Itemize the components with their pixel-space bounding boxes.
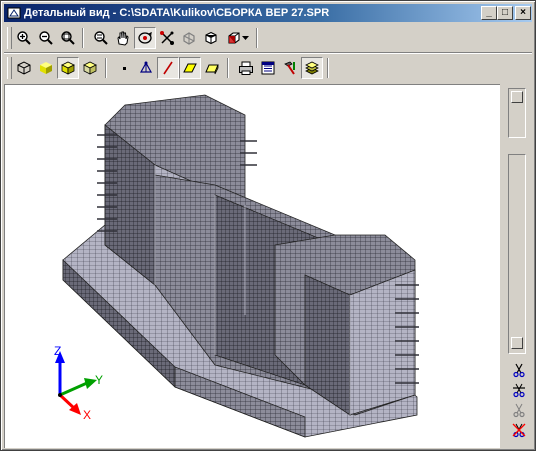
shaded-view-button[interactable] [57, 57, 79, 79]
zoom-slider[interactable] [508, 154, 526, 354]
solid-element-icon [205, 64, 219, 75]
scissors-disabled-icon [513, 403, 525, 418]
nodes-button[interactable] [113, 57, 135, 79]
scissors-plane-icon [513, 383, 525, 398]
hand-pan-icon [117, 31, 129, 46]
building-model: Z Y X [54, 94, 419, 438]
toolbar-separator [227, 58, 229, 78]
pan-button[interactable] [112, 27, 134, 49]
rotate-icon [138, 31, 152, 44]
toolbar-separator [256, 28, 258, 48]
chevron-down-icon [241, 35, 249, 40]
cut-disabled-button[interactable] [508, 400, 530, 420]
toolbar-separator [82, 28, 84, 48]
hidden-line-cube-icon [83, 61, 97, 75]
model-viewport[interactable]: Z Y X [4, 84, 500, 448]
select-elements-icon [160, 31, 174, 45]
app-icon [7, 7, 21, 19]
cut-tool-button[interactable] [508, 360, 530, 380]
zoom-slider-top-thumb[interactable] [511, 91, 523, 103]
view-toolbar [4, 24, 532, 52]
export-button[interactable] [257, 57, 279, 79]
cut-plane-button[interactable] [508, 380, 530, 400]
maximize-label: □ [501, 7, 509, 18]
bar-line-icon [163, 61, 173, 75]
maximize-button[interactable]: □ [497, 6, 513, 20]
axis-x-label: X [83, 408, 91, 422]
zoom-slider-thumb[interactable] [511, 337, 523, 349]
rotate-button[interactable] [134, 27, 156, 49]
zoom-window-button[interactable] [57, 27, 79, 49]
hide-elements-button[interactable] [178, 27, 200, 49]
zoom-out-icon [39, 31, 53, 45]
toolbar-separator [105, 58, 107, 78]
scissors-icon [513, 363, 525, 378]
wireframe-cube-icon [17, 61, 31, 75]
minimize-button[interactable]: _ [481, 6, 497, 20]
hammer-icon [284, 61, 295, 75]
cube-projection-icon [205, 31, 217, 45]
zoom-window-icon [61, 31, 75, 45]
title-bar[interactable]: Детальный вид - C:\SDATA\Kulikov\СБОРКА … [4, 4, 532, 22]
select-elements-button[interactable] [156, 27, 178, 49]
tools-button[interactable] [279, 57, 301, 79]
export-icon [261, 61, 275, 75]
plates-button[interactable] [179, 57, 201, 79]
solids-button[interactable] [201, 57, 223, 79]
supports-button[interactable] [135, 57, 157, 79]
cut-cancel-button[interactable] [508, 420, 530, 440]
solid-view-button[interactable] [35, 57, 57, 79]
layers-icon [305, 61, 319, 75]
display-toolbar [4, 54, 532, 82]
yellow-cube-icon [40, 62, 52, 74]
wireframe-view-button[interactable] [13, 57, 35, 79]
bars-button[interactable] [157, 57, 179, 79]
close-label: × [520, 7, 526, 18]
view-direction-dropdown[interactable] [222, 27, 252, 49]
toolbar-grip[interactable] [7, 27, 12, 49]
window-title: Детальный вид - C:\SDATA\Kulikov\СБОРКА … [24, 7, 330, 19]
hidden-line-view-button[interactable] [79, 57, 101, 79]
node-dot-icon [123, 67, 126, 70]
toolbar-grip[interactable] [7, 57, 12, 79]
support-icon [139, 61, 153, 73]
scissors-cancel-icon [512, 423, 526, 438]
close-button[interactable]: × [515, 6, 531, 20]
zoom-all-icon [94, 31, 108, 45]
hide-elements-icon [183, 32, 195, 45]
print-button[interactable] [235, 57, 257, 79]
axis-y-label: Y [95, 373, 103, 387]
zoom-all-button[interactable] [90, 27, 112, 49]
zoom-panel [502, 84, 534, 448]
projection-button[interactable] [200, 27, 222, 49]
axis-triad: Z Y X [54, 344, 103, 422]
zoom-slider-top[interactable] [508, 88, 526, 138]
zoom-out-button[interactable] [35, 27, 57, 49]
detail-view-window: Детальный вид - C:\SDATA\Kulikov\СБОРКА … [0, 0, 536, 451]
zoom-in-icon [17, 31, 31, 45]
plate-icon [183, 63, 197, 73]
layers-button[interactable] [301, 57, 323, 79]
cube-view-icon [227, 32, 240, 44]
shaded-cube-icon [61, 61, 75, 75]
zoom-in-button[interactable] [13, 27, 35, 49]
minimize-label: _ [486, 7, 492, 18]
toolbar-separator [327, 58, 329, 78]
printer-icon [239, 61, 253, 75]
axis-z-label: Z [54, 344, 61, 358]
